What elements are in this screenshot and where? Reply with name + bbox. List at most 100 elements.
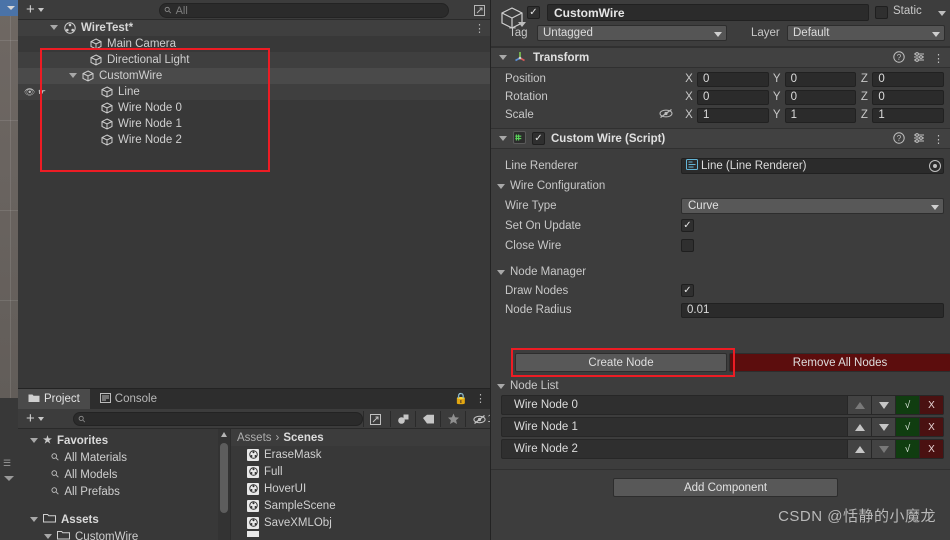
node-move-up-button[interactable] [847,440,871,458]
more-options-icon[interactable]: ⋮ [933,52,944,65]
scroll-up-icon[interactable] [221,432,227,437]
node-list-foldout[interactable]: Node List [491,377,950,395]
hierarchy-item-wiretest[interactable]: WireTest* ⋮ [18,20,490,36]
project-favorites-all-prefabs[interactable]: ⚲ All Prefabs [18,483,230,500]
node-list-row-0[interactable]: Wire Node 0 √ X [501,395,944,415]
layer-dropdown[interactable]: Default [787,25,945,41]
breadcrumb-assets[interactable]: Assets [237,432,272,444]
breadcrumb-scenes[interactable]: Scenes [283,432,323,444]
chevron-down-icon[interactable] [44,534,52,539]
node-confirm-button[interactable]: √ [895,440,919,458]
position-z-field[interactable]: 0 [872,71,945,87]
scale-x-field[interactable]: 1 [697,107,769,123]
preset-settings-icon[interactable] [913,51,925,66]
node-move-up-button[interactable] [847,396,871,414]
node-move-down-button[interactable] [871,440,895,458]
pickability-hand-icon[interactable]: ☛ [38,87,46,98]
project-search-input[interactable]: ⚲ [73,412,363,426]
chevron-down-icon[interactable] [4,476,14,481]
hierarchy-item-wire-node-0[interactable]: Wire Node 0 [18,100,490,116]
hierarchy-item-customwire[interactable]: CustomWire [18,68,490,84]
position-y-field[interactable]: 0 [784,71,857,87]
more-options-icon[interactable]: ⋮ [474,22,485,35]
object-picker-icon[interactable] [929,160,941,172]
list-item[interactable]: HoverUI [231,480,490,497]
hierarchy-item-directional-light[interactable]: Directional Light [18,52,490,68]
scene-tab[interactable] [0,0,18,16]
scale-y-field[interactable]: 1 [784,107,857,123]
favorites-star-icon[interactable] [440,411,465,427]
node-move-down-button[interactable] [871,418,895,436]
constrain-proportions-icon[interactable] [659,108,673,122]
node-list-row-2[interactable]: Wire Node 2 √ X [501,439,944,459]
lock-icon[interactable]: 🔒 [454,392,468,405]
tab-console[interactable]: Console [90,389,167,409]
project-assets-root[interactable]: Assets [18,511,230,528]
hierarchy-expand-icon[interactable] [471,3,487,18]
create-node-button[interactable]: Create Node [515,353,727,372]
node-delete-button[interactable]: X [919,418,943,436]
chevron-down-icon[interactable] [69,73,77,78]
search-expand-icon[interactable] [363,411,387,427]
hierarchy-search-input[interactable]: ⚲ All [159,3,449,18]
scrollbar-thumb[interactable] [220,443,228,513]
rotation-z-field[interactable]: 0 [872,89,945,105]
node-radius-field[interactable]: 0.01 [681,302,944,318]
project-tree-scrollbar[interactable] [218,429,230,540]
list-item[interactable]: EraseMask [231,446,490,463]
node-delete-button[interactable]: X [919,396,943,414]
chevron-down-icon[interactable] [499,136,507,141]
node-delete-button[interactable]: X [919,440,943,458]
scene-view-sliver[interactable] [0,0,18,398]
filter-by-type-icon[interactable] [390,411,415,427]
chevron-down-icon[interactable] [50,25,58,30]
help-icon[interactable]: ? [893,51,905,66]
node-list-row-1[interactable]: Wire Node 1 √ X [501,417,944,437]
wire-configuration-foldout[interactable]: Wire Configuration [491,177,950,195]
project-add-button[interactable]: + [18,410,50,428]
transform-component-header[interactable]: Transform ? ⋮ [491,47,950,68]
preset-settings-icon[interactable] [913,132,925,147]
static-checkbox[interactable]: ✓ [875,6,888,19]
node-manager-foldout[interactable]: Node Manager [491,263,950,281]
tag-dropdown[interactable]: Untagged [537,25,727,41]
line-renderer-objectfield[interactable]: Line (Line Renderer) [681,158,944,174]
chevron-down-icon[interactable] [499,55,507,60]
hierarchy-item-line[interactable]: 👁 ☛ Line [18,84,490,100]
rotation-y-field[interactable]: 0 [784,89,857,105]
list-item[interactable]: SaveXMLObj [231,514,490,531]
project-favorites-all-materials[interactable]: ⚲ All Materials [18,449,230,466]
rotation-x-field[interactable]: 0 [697,89,769,105]
remove-all-nodes-button[interactable]: Remove All Nodes [729,353,950,372]
help-icon[interactable]: ? [893,132,905,147]
customwire-component-header[interactable]: ✓ Custom Wire (Script) ? ⋮ [491,128,950,149]
position-x-field[interactable]: 0 [697,71,769,87]
more-options-icon[interactable]: ⋮ [933,133,944,146]
wire-type-dropdown[interactable]: Curve [681,197,944,214]
chevron-down-icon[interactable] [30,438,38,443]
list-item[interactable]: Full [231,463,490,480]
node-confirm-button[interactable]: √ [895,418,919,436]
hierarchy-item-main-camera[interactable]: Main Camera [18,36,490,52]
set-on-update-checkbox[interactable]: ✓ [681,219,694,232]
node-confirm-button[interactable]: √ [895,396,919,414]
close-wire-checkbox[interactable]: ✓ [681,239,694,252]
customwire-enabled-checkbox[interactable]: ✓ [532,132,545,145]
hierarchy-item-wire-node-1[interactable]: Wire Node 1 [18,116,490,132]
filter-by-label-icon[interactable] [415,411,440,427]
visibility-eye-icon[interactable]: 👁 [24,87,35,98]
object-name-field[interactable]: CustomWire [547,4,869,21]
add-component-button[interactable]: Add Component [613,478,838,497]
scale-z-field[interactable]: 1 [872,107,945,123]
tab-project[interactable]: Project [18,389,90,409]
project-favorites-root[interactable]: ★ Favorites [18,432,230,449]
list-item[interactable]: SampleScene [231,497,490,514]
project-favorites-all-models[interactable]: ⚲ All Models [18,466,230,483]
chevron-down-icon[interactable] [30,517,38,522]
list-item-partial[interactable] [231,531,490,537]
hierarchy-add-button[interactable]: + [18,1,50,19]
hierarchy-item-wire-node-2[interactable]: Wire Node 2 [18,132,490,148]
chevron-down-icon[interactable] [938,11,946,16]
node-move-down-button[interactable] [871,396,895,414]
more-options-icon[interactable]: ⋮ [475,392,486,405]
